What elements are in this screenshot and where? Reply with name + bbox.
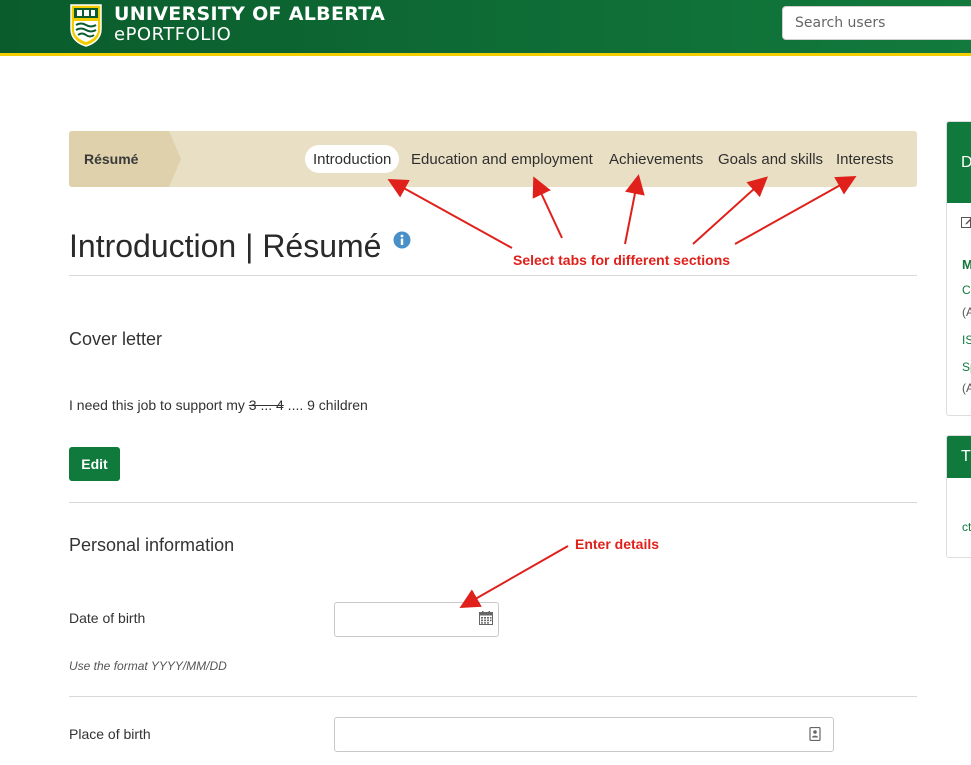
section-divider	[69, 502, 917, 503]
tab-education-and-employment[interactable]: Education and employment	[403, 145, 601, 173]
edit-cover-letter-button[interactable]: Edit	[69, 447, 120, 481]
tab-achievements[interactable]: Achievements	[601, 145, 711, 173]
annotation-arrows	[387, 174, 857, 608]
university-crest-icon	[70, 4, 102, 47]
site-logo[interactable]: UNIVERSITY OF ALBERTA ePORTFOLIO	[69, 3, 385, 47]
place-of-birth-label: Place of birth	[69, 726, 151, 742]
date-of-birth-input[interactable]	[334, 602, 499, 637]
calendar-icon[interactable]	[479, 611, 493, 625]
product-name: ePORTFOLIO	[114, 24, 232, 45]
annotation-select-tabs: Select tabs for different sections	[513, 252, 731, 268]
side-item: (A	[962, 381, 971, 395]
side-link[interactable]: IS	[962, 333, 971, 347]
side-panel-tags: T ct	[946, 435, 971, 558]
side-link[interactable]: C	[962, 283, 971, 297]
cover-letter-heading: Cover letter	[69, 329, 163, 349]
page-title: Introduction | Résumé	[69, 228, 382, 264]
cover-letter-struck-text: 3 ... 4	[248, 397, 284, 413]
place-of-birth-input[interactable]	[334, 717, 834, 752]
side-panel-tags-head: T	[947, 436, 971, 478]
side-panel-dashboard-head: D	[947, 122, 971, 203]
date-format-hint: Use the format YYYY/MM/DD	[69, 659, 227, 673]
cover-letter-text-after: .... 9 children	[283, 397, 368, 413]
tabbar-title: Résumé	[69, 131, 181, 187]
arrow-to-date-of-birth	[459, 545, 569, 608]
site-header: UNIVERSITY OF ALBERTA ePORTFOLIO	[0, 0, 971, 56]
tab-introduction[interactable]: Introduction	[305, 145, 400, 173]
title-divider	[69, 275, 917, 276]
contact-card-icon[interactable]	[808, 727, 822, 741]
tab-goals-and-skills[interactable]: Goals and skills	[710, 145, 831, 173]
side-panel-dashboard: D M C (A IS Sp (A	[946, 121, 971, 416]
side-item: M	[962, 257, 971, 272]
side-link[interactable]: ct	[962, 520, 971, 534]
date-of-birth-label: Date of birth	[69, 610, 146, 626]
personal-information-heading: Personal information	[69, 535, 235, 555]
arrow-to-education	[532, 176, 563, 239]
university-name: UNIVERSITY OF ALBERTA	[114, 3, 386, 25]
side-item: (A	[962, 305, 971, 319]
arrow-to-goals	[692, 176, 768, 245]
info-icon[interactable]	[393, 231, 411, 249]
arrow-to-interests	[734, 176, 857, 245]
search-users-input[interactable]	[782, 6, 971, 40]
cover-letter-text: I need this job to support my 3 ... 4 ..…	[69, 397, 368, 413]
resume-tabbar: Résumé Introduction Education and employ…	[69, 131, 917, 187]
annotation-enter-details: Enter details	[575, 536, 660, 552]
field-divider	[69, 696, 917, 697]
side-link[interactable]: Sp	[962, 360, 971, 374]
cover-letter-text-before: I need this job to support my	[69, 397, 249, 413]
tab-interests[interactable]: Interests	[828, 145, 902, 173]
edit-icon[interactable]	[961, 216, 971, 228]
arrow-to-achievements	[624, 174, 645, 245]
